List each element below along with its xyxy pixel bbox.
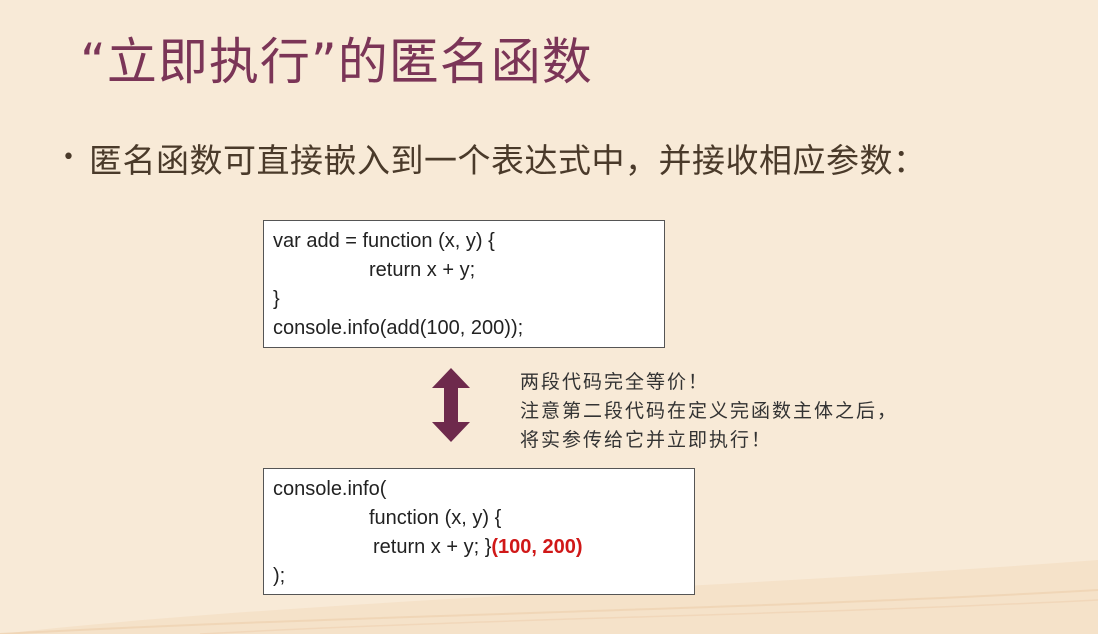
invocation-arguments: (100, 200) — [491, 536, 583, 558]
bullet-point: • 匿名函数可直接嵌入到一个表达式中，并接收相应参数： — [62, 134, 926, 182]
note-line: 注意第二段代码在定义完函数主体之后， — [520, 400, 899, 422]
code-line: console.info(add(100, 200)); — [273, 317, 524, 339]
code-line: function (x, y) { — [369, 507, 502, 529]
code-line: return x + y; }(100, 200) — [273, 533, 685, 562]
bullet-dot: • — [62, 145, 75, 170]
note-line: 将实参传给它并立即执行！ — [520, 429, 773, 451]
code-line: var add = function (x, y) { — [273, 230, 495, 252]
equivalence-note: 两段代码完全等价！ 注意第二段代码在定义完函数主体之后， 将实参传给它并立即执行… — [520, 368, 898, 455]
note-line: 两段代码完全等价！ — [520, 371, 710, 393]
code-line: console.info( — [273, 478, 387, 500]
slide-title: “立即执行”的匿名函数 — [80, 33, 593, 91]
code-block-function-expression: var add = function (x, y) { return x + y… — [263, 220, 665, 348]
code-line: ); — [273, 565, 286, 587]
code-line: } — [273, 288, 280, 310]
code-block-iife: console.info( function (x, y) { return x… — [263, 468, 695, 595]
code-line: return x + y; — [369, 259, 476, 281]
code-return-statement: return x + y; } — [373, 536, 492, 558]
bullet-text: 匿名函数可直接嵌入到一个表达式中，并接收相应参数： — [88, 141, 927, 180]
double-headed-arrow-icon — [432, 368, 470, 442]
